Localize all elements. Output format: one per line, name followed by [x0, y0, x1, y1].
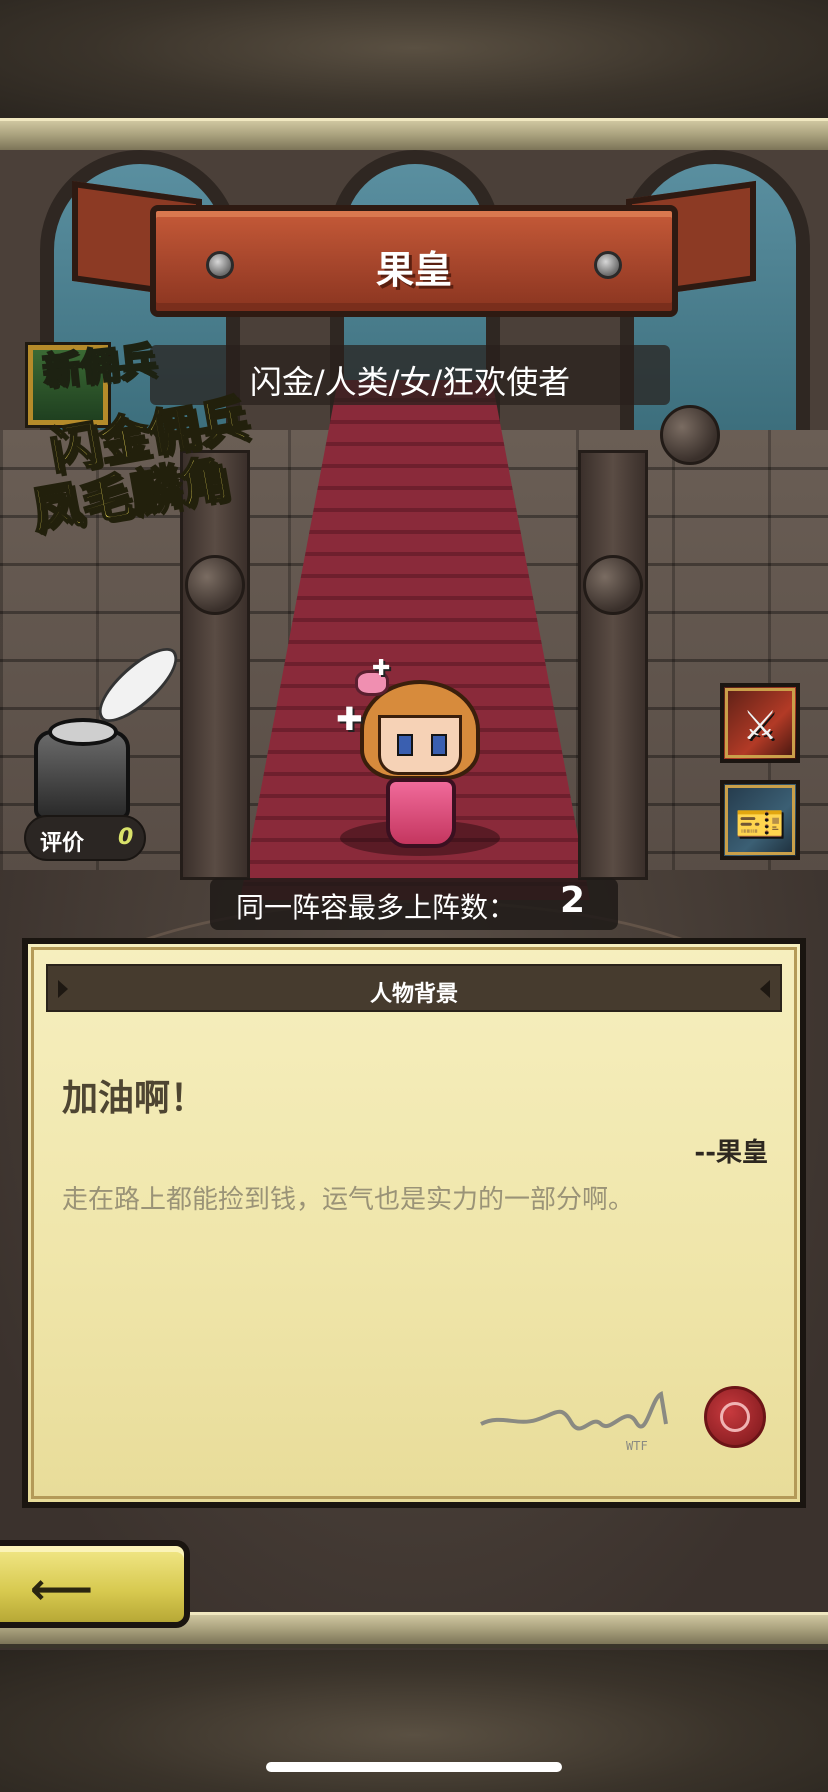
sparkle-icon: ✚: [372, 656, 391, 681]
rating-pill[interactable]: 评价 0: [24, 815, 146, 861]
top-background: [0, 0, 828, 120]
skill-button[interactable]: ⚔: [720, 683, 800, 763]
character-dress: [386, 778, 456, 848]
deploy-limit-bar: 同一阵容最多上阵数： 2: [210, 878, 618, 930]
hero-name: 果皇: [375, 248, 452, 292]
hero-description: 走在路上都能捡到钱，运气也是实力的一部分啊。: [62, 1185, 635, 1215]
seal-emblem: [720, 1402, 750, 1432]
background-panel: 人物背景 加油啊！ --果皇 走在路上都能捡到钱，运气也是实力的一部分啊。 WT…: [22, 938, 806, 1508]
right-post-ball: [660, 405, 720, 465]
signature-icon: WTF: [480, 1390, 668, 1453]
character-sprite[interactable]: [350, 660, 490, 860]
item-button[interactable]: 🎫: [720, 780, 800, 860]
wax-seal-icon: [704, 1386, 766, 1448]
sparkle-icon: ✚: [336, 700, 363, 738]
eye: [431, 734, 447, 756]
top-frame-bar: [0, 118, 828, 154]
ticket-icon: 🎫: [735, 801, 785, 847]
back-button[interactable]: ⟵: [0, 1540, 190, 1628]
crossed-swords-icon: ⚔: [742, 703, 778, 749]
deploy-limit-label: 同一阵容最多上阵数：: [236, 891, 517, 924]
ink-pot-rim: [48, 718, 118, 746]
panel-header: 人物背景: [46, 964, 782, 1012]
eye: [397, 734, 413, 756]
svg-text:WTF: WTF: [626, 1439, 648, 1453]
header-right-arrow-icon: [760, 980, 770, 998]
right-banister: [578, 450, 648, 880]
left-post-ball: [185, 555, 245, 615]
quote-author: --果皇: [694, 1138, 768, 1168]
rating-label: 评价: [40, 831, 85, 856]
character-face: [378, 715, 462, 775]
rating-value: 0: [118, 825, 134, 850]
deploy-limit-value: 2: [560, 880, 586, 921]
name-ribbon: 果皇: [150, 205, 678, 317]
hero-quote: 加油啊！: [62, 1078, 207, 1119]
panel-title: 人物背景: [369, 982, 458, 1007]
right-post-ball: [583, 555, 643, 615]
home-indicator[interactable]: [266, 1762, 562, 1772]
back-arrow-icon: ⟵: [30, 1564, 94, 1615]
